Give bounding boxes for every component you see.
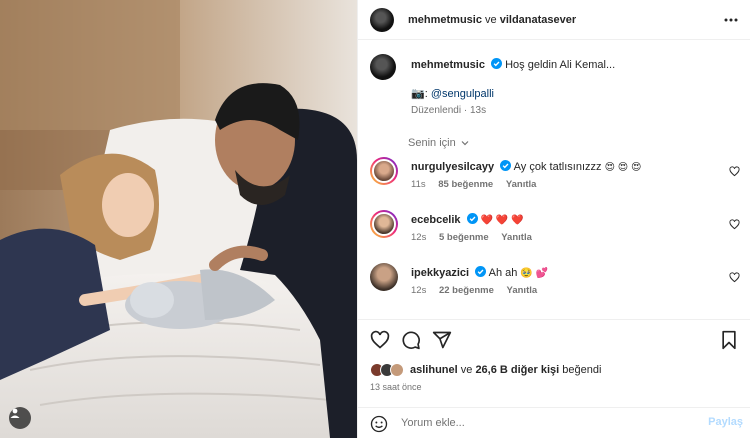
comment-input[interactable] (401, 412, 691, 434)
add-comment-bar: Paylaş (358, 407, 750, 438)
comment-time[interactable]: 12s (411, 232, 426, 243)
sort-label: Senin için (408, 137, 456, 149)
comment-meta: 12s 5 beğenme Yanıtla (411, 232, 542, 243)
bookmark-icon[interactable] (719, 330, 739, 350)
comment-time[interactable]: 11s (411, 179, 426, 190)
author-avatar[interactable] (370, 7, 394, 32)
likes-summary: aslihunel ve 26,6 B diğer kişi beğendi (370, 363, 601, 377)
likes-joiner: ve (460, 364, 473, 376)
verified-icon (491, 58, 503, 69)
author-username[interactable]: mehmetmusic (408, 14, 482, 26)
liker-avatars (370, 363, 404, 377)
coauthor-username[interactable]: vildanatasever (500, 14, 576, 26)
comment-meta: 11s 85 beğenme Yanıtla (411, 179, 546, 190)
commenter-avatar (370, 263, 398, 291)
heart-icon[interactable] (370, 330, 390, 350)
verified-icon (466, 213, 478, 224)
comment-item: ipekkyazici Ah ah 🥹 💕 12s 22 beğenme Yan… (370, 263, 740, 303)
tagged-user-icon[interactable] (9, 407, 31, 429)
commenter-avatar (372, 212, 396, 236)
comment-body: Ay çok tatlısınızzz (513, 161, 602, 173)
commenter-username[interactable]: nurgulyesilcayy (411, 161, 494, 173)
comment-icon[interactable] (401, 330, 421, 350)
commenter-username[interactable]: ecebcelik (411, 214, 461, 226)
reply-button[interactable]: Yanıtla (501, 232, 532, 243)
comment-emojis: ❤️ ❤️ ❤️ (480, 215, 524, 226)
caption-time[interactable]: 13s (470, 105, 486, 116)
comment-text: ecebcelik ❤️ ❤️ ❤️ (411, 213, 711, 226)
comment-emojis: 🥹 💕 (520, 268, 549, 279)
verified-icon (500, 160, 512, 171)
comment-body: Ah ah (488, 267, 518, 279)
commenter-username[interactable]: ipekkyazici (411, 267, 469, 279)
reply-button[interactable]: Yanıtla (506, 179, 537, 190)
story-ring[interactable] (370, 210, 398, 238)
reply-button[interactable]: Yanıtla (507, 285, 538, 296)
comment-likes[interactable]: 5 beğenme (439, 232, 489, 243)
edited-label: Düzenlendi (411, 105, 462, 116)
liker-avatar (390, 363, 404, 377)
comment-meta: 12s 22 beğenme Yanıtla (411, 285, 547, 296)
caption-username[interactable]: mehmetmusic (411, 59, 485, 71)
share-icon[interactable] (432, 330, 452, 350)
caption-meta: Düzenlendi · 13s (411, 105, 731, 116)
meta-separator: · (463, 105, 468, 116)
comment-emojis: 😍 😍 😍 (604, 162, 642, 173)
comment-likes[interactable]: 85 beğenme (438, 179, 493, 190)
comment-text: ipekkyazici Ah ah 🥹 💕 (411, 266, 711, 279)
heart-icon[interactable] (729, 166, 740, 177)
heart-icon[interactable] (729, 272, 740, 283)
comment-likes[interactable]: 22 beğenme (439, 285, 494, 296)
comment-item: nurgulyesilcayy Ay çok tatlısınızzz 😍 😍 … (370, 157, 740, 197)
comment-sort-dropdown[interactable]: Senin için (408, 137, 470, 149)
post-side-panel: mehmetmusic ve vildanatasever mehmetmusi… (357, 0, 750, 438)
caption-text: Hoş geldin Ali Kemal... (505, 59, 616, 71)
authors-joiner: ve (485, 13, 497, 26)
verified-icon (475, 266, 487, 277)
instagram-post: mehmetmusic ve vildanatasever mehmetmusi… (0, 0, 750, 438)
comment-item: ecebcelik ❤️ ❤️ ❤️ 12s 5 beğenme Yanıtla (370, 210, 740, 250)
emoji-icon[interactable] (370, 415, 388, 433)
likes-count[interactable]: 26,6 B diğer kişi (475, 364, 559, 376)
commenter-avatar (372, 159, 396, 183)
more-icon[interactable] (723, 12, 739, 28)
avatar-wrapper[interactable] (370, 263, 398, 291)
caption-line: mehmetmusic Hoş geldin Ali Kemal... (411, 58, 731, 71)
post-authors: mehmetmusic ve vildanatasever (408, 14, 576, 26)
post-time[interactable]: 13 saat önce (370, 382, 422, 392)
credit-handle-link[interactable]: @sengulpalli (431, 88, 494, 100)
liker-username[interactable]: aslihunel (410, 364, 458, 376)
comment-time[interactable]: 12s (411, 285, 426, 296)
chevron-down-icon (461, 141, 469, 146)
photo-illustration (0, 0, 357, 438)
post-comment-button[interactable]: Paylaş (708, 416, 743, 428)
caption-credit: 📷: @sengulpalli (411, 87, 731, 100)
camera-emoji: 📷: (411, 88, 428, 100)
post-actions: aslihunel ve 26,6 B diğer kişi beğendi 1… (358, 319, 750, 407)
comment-text: nurgulyesilcayy Ay çok tatlısınızzz 😍 😍 … (411, 160, 711, 173)
likes-suffix: beğendi (562, 364, 602, 376)
story-ring[interactable] (370, 157, 398, 185)
heart-icon[interactable] (729, 219, 740, 230)
post-header: mehmetmusic ve vildanatasever (358, 0, 750, 40)
post-photo[interactable] (0, 0, 357, 438)
caption-avatar[interactable] (370, 54, 396, 80)
